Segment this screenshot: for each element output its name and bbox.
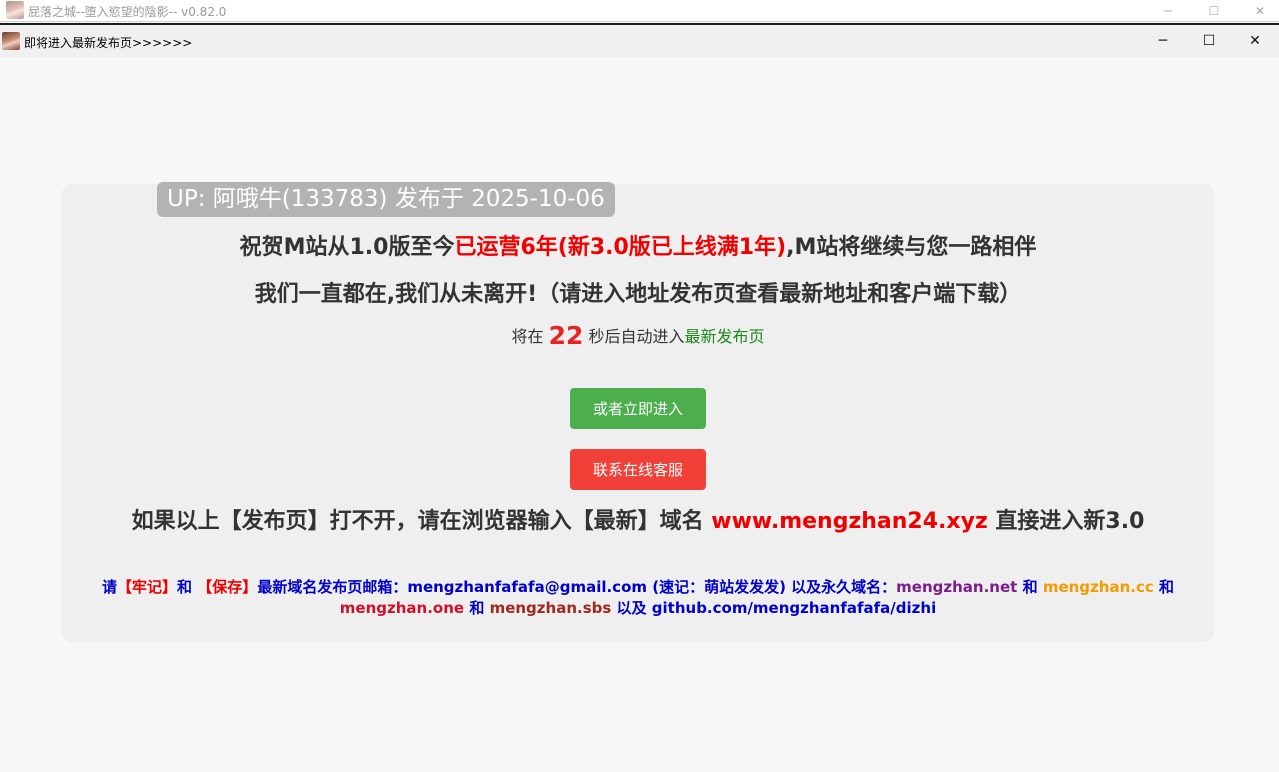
release-page-link[interactable]: 最新发布页 xyxy=(685,327,765,346)
parent-window-title: 屁落之城--堕入慾望的陰影-- v0.82.0 xyxy=(28,5,227,19)
remember-tag: 【牢记】 xyxy=(117,578,178,596)
headline-prefix: 祝贺M站从1.0版至今 xyxy=(239,235,455,260)
domain-cc-link[interactable]: mengzhan.cc xyxy=(1043,578,1154,596)
close-icon[interactable]: ✕ xyxy=(1237,0,1279,22)
remember-p3: 最新域名发布页邮箱： xyxy=(257,578,408,596)
app-icon xyxy=(6,1,24,19)
remember-p5: 以及 xyxy=(616,599,647,617)
congrats-headline: 祝贺M站从1.0版至今已运营6年(新3.0版已上线满1年),M站将继续与您一路相… xyxy=(62,229,1214,261)
github-link[interactable]: github.com/mengzhanfafafa/dizhi xyxy=(652,599,936,617)
domain-note-suffix: 直接进入新3.0 xyxy=(995,509,1145,534)
domain-note: 如果以上【发布页】打不开，请在浏览器输入【最新】域名 www.mengzhan2… xyxy=(62,507,1214,536)
maximize-icon[interactable]: ☐ xyxy=(1191,0,1237,22)
domain-sbs-link[interactable]: mengzhan.sbs xyxy=(490,599,612,617)
remember-p4: (速记：萌站发发发) 以及永久域名： xyxy=(652,578,897,596)
and-1: 和 xyxy=(1022,578,1038,596)
dialog-title: 即将进入最新发布页>>>>>> xyxy=(24,36,193,50)
maximize-icon[interactable]: ☐ xyxy=(1186,25,1232,57)
remember-note: 请【牢记】和 【保存】最新域名发布页邮箱：mengzhanfafafa@gmai… xyxy=(102,577,1174,619)
and-2: 和 xyxy=(1158,578,1174,596)
announcement-card: UP: 阿哦牛(133783) 发布于 2025-10-06 祝贺M站从1.0版… xyxy=(62,182,1214,642)
still-here-headline: 我们一直都在,我们从未离开!（请进入地址发布页查看最新地址和客户端下载） xyxy=(254,282,1022,307)
and-3: 和 xyxy=(469,599,485,617)
headline-suffix: ,M站将继续与您一路相伴 xyxy=(786,235,1037,260)
countdown-middle: 秒后自动进入 xyxy=(588,327,685,346)
countdown-prefix: 将在 xyxy=(511,327,544,346)
remember-p2: 和 xyxy=(177,578,193,596)
headline-highlight: 已运营6年(新3.0版已上线满1年) xyxy=(454,235,787,260)
remember-p1: 请 xyxy=(102,578,118,596)
uploader-badge: UP: 阿哦牛(133783) 发布于 2025-10-06 xyxy=(157,182,615,217)
countdown-seconds: 22 xyxy=(548,321,584,350)
save-tag: 【保存】 xyxy=(197,578,258,596)
email-address[interactable]: mengzhanfafafa@gmail.com xyxy=(407,578,647,596)
app-icon xyxy=(2,32,20,50)
dialog-titlebar: 即将进入最新发布页>>>>>> ─ ☐ ✕ xyxy=(0,25,1279,57)
minimize-icon[interactable]: ─ xyxy=(1140,25,1186,57)
redirect-dialog: 即将进入最新发布页>>>>>> ─ ☐ ✕ UP: 阿哦牛(133783) 发布… xyxy=(0,23,1279,772)
online-support-button[interactable]: 联系在线客服 xyxy=(570,449,706,490)
parent-window-titlebar: 屁落之城--堕入慾望的陰影-- v0.82.0 ─ ☐ ✕ xyxy=(0,0,1279,22)
domain-net-link[interactable]: mengzhan.net xyxy=(896,578,1017,596)
latest-domain-link[interactable]: www.mengzhan24.xyz xyxy=(711,509,987,534)
countdown-text: 将在 22 秒后自动进入最新发布页 xyxy=(62,321,1214,350)
close-icon[interactable]: ✕ xyxy=(1232,25,1278,57)
enter-now-button[interactable]: 或者立即进入 xyxy=(570,388,706,429)
domain-note-prefix: 如果以上【发布页】打不开，请在浏览器输入【最新】域名 xyxy=(131,509,704,534)
domain-one-link[interactable]: mengzhan.one xyxy=(340,599,464,617)
minimize-icon[interactable]: ─ xyxy=(1145,0,1191,22)
